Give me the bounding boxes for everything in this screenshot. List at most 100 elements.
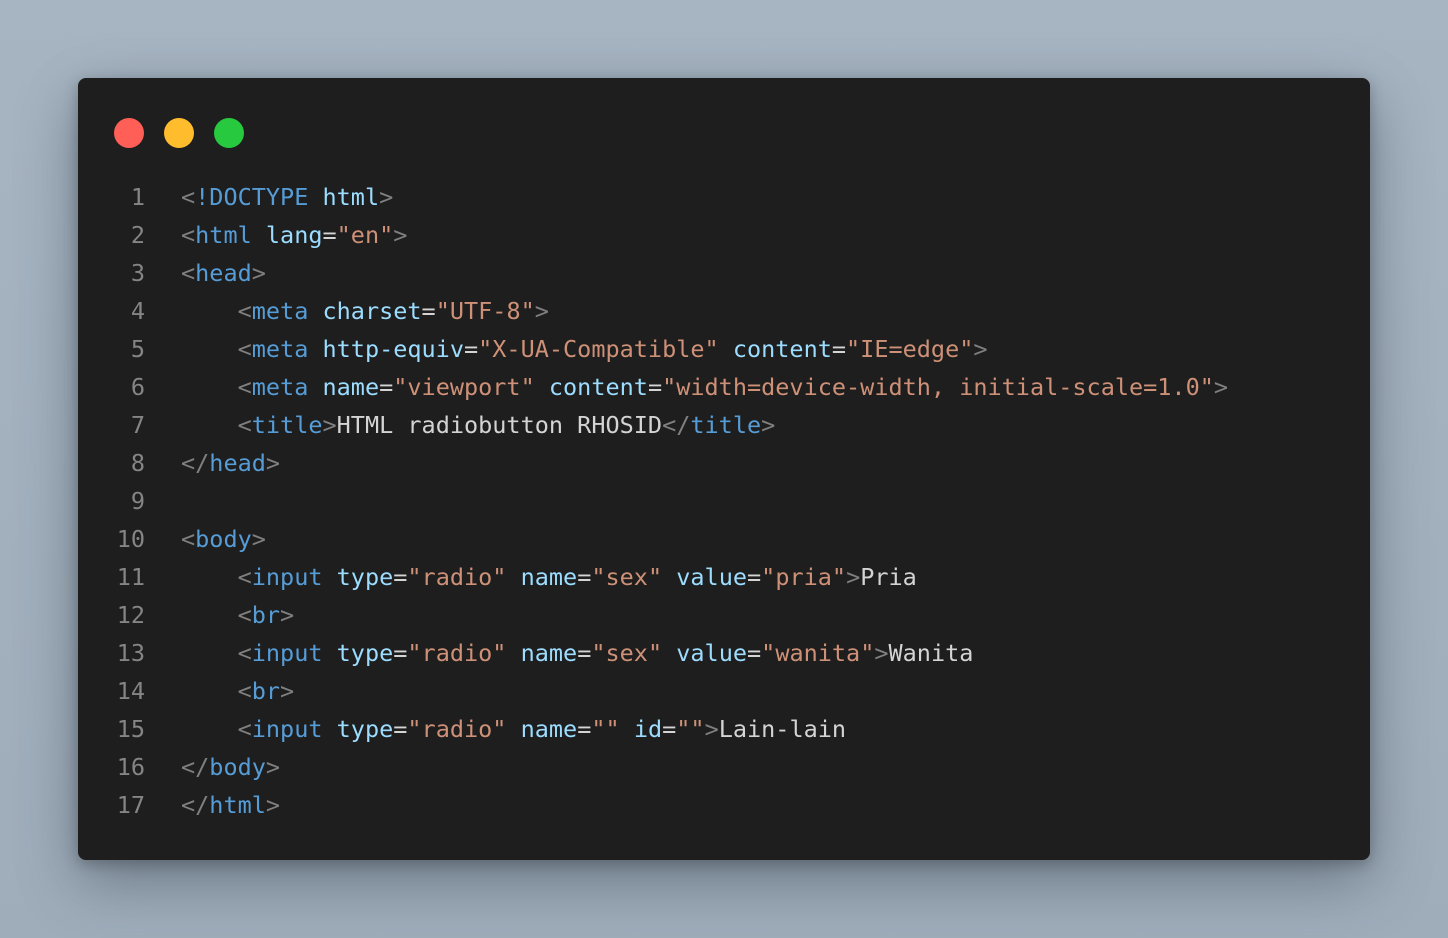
- code-token-attr: value: [676, 563, 748, 591]
- code-token-str: "width=device-width, initial-scale=1.0": [662, 373, 1214, 401]
- code-token-punct: <: [181, 259, 196, 287]
- code-token-text: =: [379, 373, 394, 401]
- code-token-punct: >: [534, 297, 549, 325]
- code-token-tag: input: [251, 639, 323, 667]
- code-token-text: Wanita: [888, 639, 974, 667]
- code-token-attr: name: [520, 715, 578, 743]
- line-content: <br>: [181, 596, 295, 634]
- code-token-punct: >: [265, 753, 281, 781]
- code-token-str: "sex": [591, 563, 663, 591]
- line-number: 8: [130, 449, 145, 477]
- code-line: 16 </body>: [78, 748, 1370, 786]
- minimize-dot[interactable]: [164, 118, 194, 148]
- code-token-punct: <: [237, 373, 252, 401]
- code-token-text: =: [831, 335, 847, 363]
- code-token-punct: <: [237, 563, 252, 591]
- code-token-text: =: [393, 563, 408, 591]
- code-line: 13 <input type="radio" name="sex" value=…: [78, 634, 1370, 672]
- code-token-punct: <: [181, 221, 196, 249]
- line-number: 13: [116, 639, 145, 667]
- code-token-text: =: [647, 373, 663, 401]
- line-content: <html lang="en">: [181, 216, 407, 254]
- code-token-punct: >: [379, 183, 394, 211]
- code-token-tag: !DOCTYPE: [195, 183, 309, 211]
- code-line: 17 </html>: [78, 786, 1370, 824]
- code-token-tag: title: [251, 411, 323, 439]
- line-content: <meta charset="UTF-8">: [181, 292, 549, 330]
- code-token-attr: http-equiv: [322, 335, 464, 363]
- code-token-punct: >: [251, 259, 266, 287]
- line-content: </html>: [181, 786, 280, 824]
- line-number: 16: [116, 753, 145, 781]
- code-token-punct: >: [874, 639, 889, 667]
- code-token-attr: html: [322, 183, 380, 211]
- code-token-tag: input: [251, 715, 323, 743]
- code-token-punct: >: [393, 221, 408, 249]
- code-token-tag: meta: [251, 335, 309, 363]
- code-token-text: =: [393, 715, 408, 743]
- code-token-tag: body: [195, 525, 252, 553]
- code-token-attr: lang: [265, 221, 323, 249]
- code-line: 8 </head>: [78, 444, 1370, 482]
- code-token-str: "radio": [407, 715, 507, 743]
- code-token-punct: <: [237, 715, 252, 743]
- code-line: 4 <meta charset="UTF-8">: [78, 292, 1370, 330]
- code-token-attr: charset: [322, 297, 422, 325]
- code-token-tag: head: [195, 259, 252, 287]
- code-line: 2 <html lang="en">: [78, 216, 1370, 254]
- code-token-text: =: [577, 639, 592, 667]
- maximize-dot[interactable]: [214, 118, 244, 148]
- code-token-attr: type: [336, 715, 394, 743]
- code-token-attr: content: [732, 335, 832, 363]
- code-token-tag: input: [251, 563, 323, 591]
- code-token-punct: <: [181, 525, 196, 553]
- code-token-punct: </: [181, 791, 210, 819]
- line-number: 12: [116, 601, 145, 629]
- code-token-str: "UTF-8": [435, 297, 535, 325]
- code-token-str: "pria": [761, 563, 847, 591]
- code-token-str: "wanita": [761, 639, 875, 667]
- close-dot[interactable]: [114, 118, 144, 148]
- code-token-punct: <: [237, 601, 252, 629]
- code-token-punct: <: [237, 677, 252, 705]
- line-number: 10: [116, 525, 145, 553]
- code-token-attr: name: [520, 639, 578, 667]
- code-token-punct: <: [237, 297, 252, 325]
- code-editor[interactable]: 1 <!DOCTYPE html> 2 <html lang="en"> 3 <head>…: [78, 178, 1370, 824]
- code-token-tag: body: [209, 753, 266, 781]
- code-token-punct: <: [237, 411, 252, 439]
- line-content: <input type="radio" name="" id="">Lain-l…: [181, 710, 846, 748]
- code-token-punct: >: [973, 335, 988, 363]
- code-token-text: =: [577, 563, 592, 591]
- code-line: 9: [78, 482, 1370, 520]
- code-token-tag: meta: [251, 373, 309, 401]
- code-token-str: "en": [336, 221, 394, 249]
- code-token-str: "sex": [591, 639, 663, 667]
- line-number: 3: [130, 259, 145, 287]
- code-token-attr: value: [676, 639, 748, 667]
- line-content: </body>: [181, 748, 280, 786]
- line-number: 9: [130, 487, 145, 515]
- line-number: 2: [130, 221, 145, 249]
- code-token-punct: >: [704, 715, 719, 743]
- line-number: 15: [116, 715, 145, 743]
- line-content: </head>: [181, 444, 280, 482]
- code-token-str: "radio": [407, 639, 507, 667]
- code-token-text: =: [393, 639, 408, 667]
- code-token-attr: type: [336, 639, 394, 667]
- code-token-attr: id: [633, 715, 663, 743]
- code-token-punct: >: [761, 411, 776, 439]
- line-content: <input type="radio" name="sex" value="pr…: [181, 558, 917, 596]
